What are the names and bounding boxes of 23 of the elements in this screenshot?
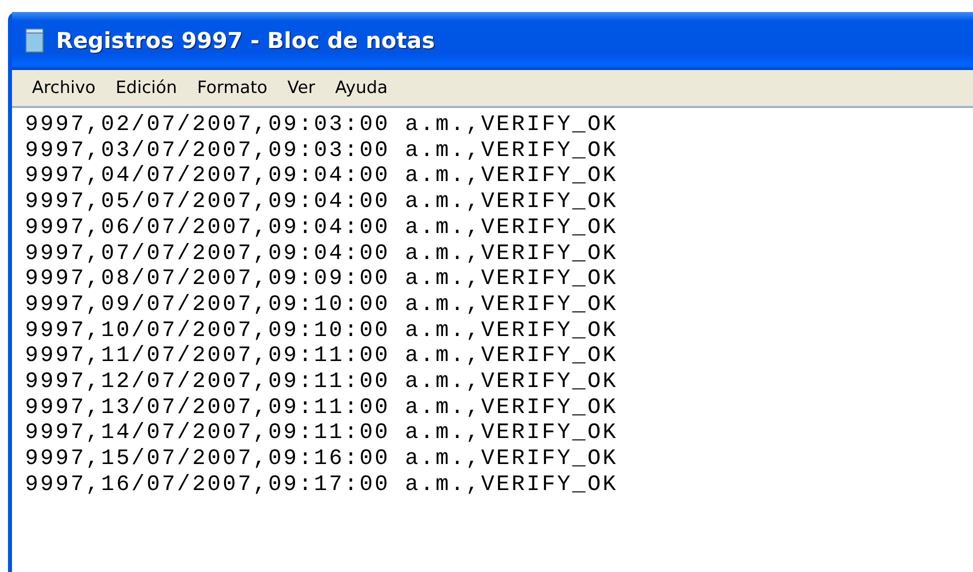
menu-item[interactable]: Ver — [277, 78, 326, 98]
text-area[interactable] — [12, 108, 973, 572]
notepad-icon — [24, 28, 46, 54]
menu-item[interactable]: Archivo — [22, 78, 106, 98]
window-title: Registros 9997 - Bloc de notas — [56, 28, 435, 54]
menu-item[interactable]: Ayuda — [325, 78, 398, 98]
text-line: 9997,08/07/2007,09:09:00 a.m.,VERIFY_OK — [25, 266, 618, 292]
text-line: 9997,11/07/2007,09:11:00 a.m.,VERIFY_OK — [25, 343, 618, 370]
text-line: 9997,03/07/2007,09:03:00 a.m.,VERIFY_OK — [25, 138, 618, 164]
menu-item[interactable]: Formato — [187, 78, 278, 98]
text-line: 9997,12/07/2007,09:11:00 a.m.,VERIFY_OK — [25, 369, 618, 395]
text-line: 9997,14/07/2007,09:11:00 a.m.,VERIFY_OK — [25, 420, 618, 446]
text-line: 9997,05/07/2007,09:04:00 a.m.,VERIFY_OK — [25, 189, 618, 215]
text-line: 9997,10/07/2007,09:10:00 a.m.,VERIFY_OK — [25, 318, 618, 344]
text-line: 9997,13/07/2007,09:11:00 a.m.,VERIFY_OK — [25, 394, 618, 420]
text-line: 9997,15/07/2007,09:16:00 a.m.,VERIFY_OK — [25, 446, 618, 472]
text-line: 9997,07/07/2007,09:04:00 a.m.,VERIFY_OK — [25, 240, 618, 266]
text-line: 9997,04/07/2007,09:04:00 a.m.,VERIFY_OK — [25, 163, 618, 190]
text-line: 9997,16/07/2007,09:17:00 a.m.,VERIFY_OK — [25, 472, 618, 498]
text-line: 9997,06/07/2007,09:04:00 a.m.,VERIFY_OK — [25, 214, 618, 241]
text-line: 9997,09/07/2007,09:10:00 a.m.,VERIFY_OK — [25, 292, 618, 318]
menu-item[interactable]: Edición — [106, 78, 188, 98]
text-line: 9997,02/07/2007,09:03:00 a.m.,VERIFY_OK — [25, 112, 618, 138]
